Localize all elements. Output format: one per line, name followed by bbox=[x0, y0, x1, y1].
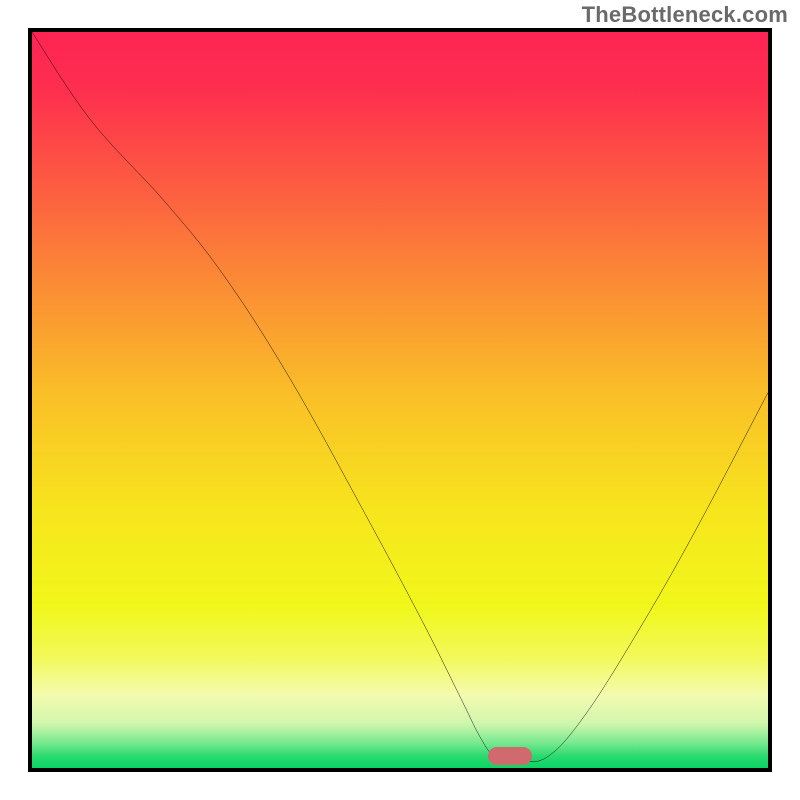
plot-area bbox=[28, 28, 772, 772]
chart-container: TheBottleneck.com bbox=[0, 0, 800, 800]
optimal-point-marker bbox=[488, 747, 532, 765]
gradient-background bbox=[32, 32, 768, 768]
watermark-text: TheBottleneck.com bbox=[582, 2, 788, 28]
